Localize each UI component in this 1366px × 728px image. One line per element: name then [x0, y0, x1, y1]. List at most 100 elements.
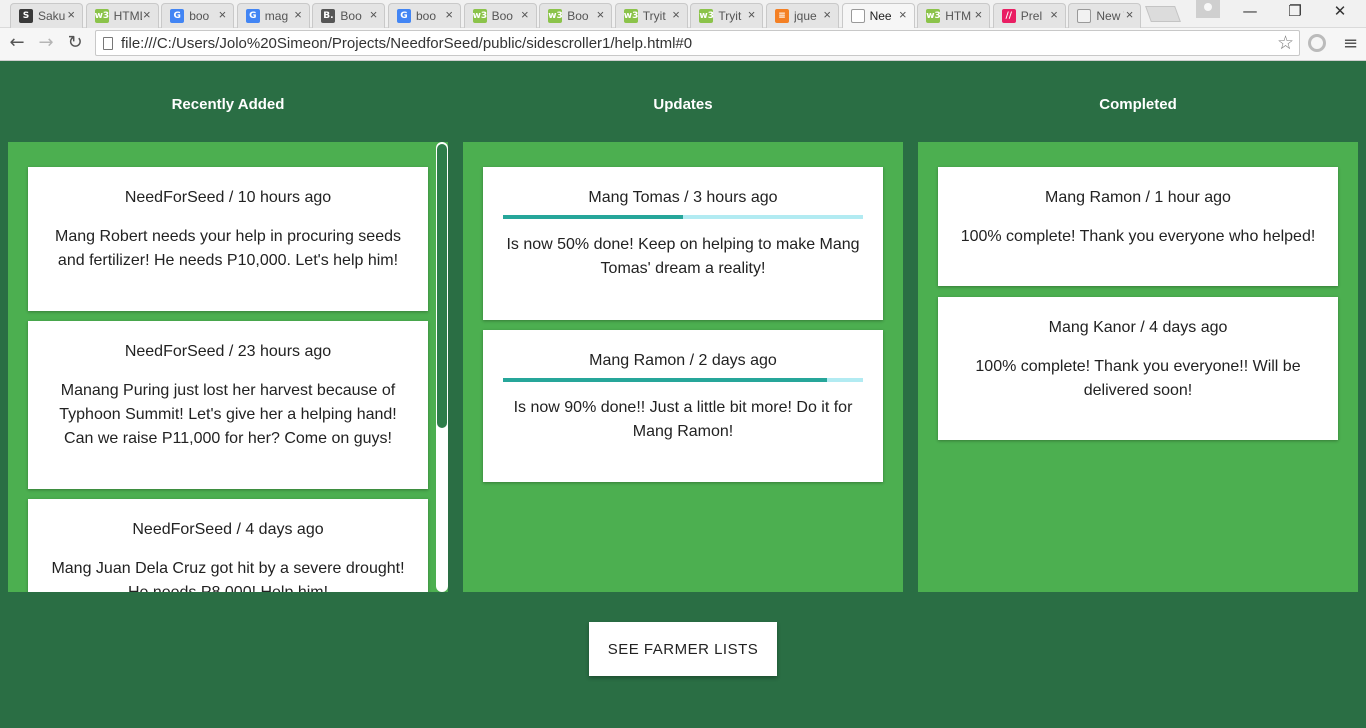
browser-tab[interactable]: Gboo ×: [161, 3, 235, 28]
new-tab-button[interactable]: [1145, 6, 1181, 22]
favicon-icon: G: [170, 9, 185, 23]
progress-bar: [503, 215, 863, 219]
browser-tab[interactable]: Nee ×: [841, 3, 915, 28]
tab-title: mag: [264, 9, 289, 23]
card-body: 100% complete! Thank you everyone who he…: [960, 228, 1316, 245]
favicon-icon: S: [19, 9, 33, 23]
tab-title: Nee: [869, 9, 892, 23]
profile-icon[interactable]: [1196, 0, 1220, 18]
card-body: Mang Robert needs your help in procuring…: [55, 228, 401, 269]
tab-title: HTM: [945, 9, 972, 23]
card-meta: NeedForSeed / 4 days ago: [132, 521, 324, 538]
card-meta: NeedForSeed / 10 hours ago: [124, 189, 332, 206]
close-tab-icon[interactable]: ×: [67, 7, 75, 22]
tab-title: Boo: [340, 9, 362, 23]
feed-card: NeedForSeed / 4 days ago Mang Juan Dela …: [28, 499, 428, 592]
close-tab-icon[interactable]: ×: [748, 7, 756, 22]
card-meta: Mang Ramon / 2 days ago: [589, 352, 777, 369]
browser-tab[interactable]: B. Boo ×: [312, 3, 386, 28]
close-tab-icon[interactable]: ×: [597, 7, 605, 22]
tab-title: Boo: [567, 9, 589, 23]
extension-icon[interactable]: [1308, 34, 1326, 52]
close-tab-icon[interactable]: ×: [370, 7, 378, 22]
favicon-icon: w3: [926, 9, 941, 23]
favicon-icon: w3: [94, 9, 110, 23]
reload-icon[interactable]: ↻: [64, 32, 86, 53]
see-farmer-lists-button[interactable]: SEE FARMER LISTS: [589, 622, 777, 676]
url-text[interactable]: file:///C:/Users/Jolo%20Simeon/Projects/…: [121, 35, 692, 52]
close-tab-icon[interactable]: ×: [143, 7, 151, 22]
favicon-icon: G: [397, 9, 411, 23]
update-card: Mang Ramon / 2 days ago Is now 90% done!…: [483, 330, 883, 482]
browser-tab[interactable]: Gboo ×: [388, 3, 461, 28]
tab-title: New Ta: [1096, 9, 1124, 23]
card-meta: Mang Tomas / 3 hours ago: [588, 189, 778, 206]
favicon-icon: ≡: [775, 9, 789, 23]
back-icon[interactable]: ←: [6, 32, 28, 53]
progress-fill: [503, 215, 683, 219]
favicon-icon: //: [1001, 9, 1016, 23]
favicon-icon: B.: [321, 9, 336, 23]
progress-fill: [503, 378, 827, 382]
browser-tab[interactable]: w3 Boo ×: [539, 3, 613, 28]
browser-tab[interactable]: w3HTML×: [85, 3, 159, 28]
browser-tab[interactable]: Gmag ×: [236, 3, 310, 28]
close-tab-icon[interactable]: ×: [1126, 7, 1134, 22]
tab-title: jque: [794, 9, 817, 23]
card-meta: Mang Ramon / 1 hour ago: [1045, 189, 1231, 206]
favicon-icon: G: [245, 9, 260, 23]
favicon-icon: w3: [548, 9, 563, 23]
card-body: Is now 50% done! Keep on helping to make…: [506, 236, 860, 277]
close-tab-icon[interactable]: ×: [823, 7, 831, 22]
card-meta: Mang Kanor / 4 days ago: [1048, 319, 1228, 336]
close-tab-icon[interactable]: ×: [899, 7, 907, 22]
completed-card: Mang Ramon / 1 hour ago 100% complete! T…: [938, 167, 1338, 286]
favicon-icon: w3: [623, 9, 639, 23]
card-meta: NeedForSeed / 23 hours ago: [124, 343, 332, 360]
feed-card: NeedForSeed / 10 hours ago Mang Robert n…: [28, 167, 428, 311]
recently-added-panel[interactable]: NeedForSeed / 10 hours ago Mang Robert n…: [8, 142, 448, 592]
browser-tab[interactable]: w3 Tryit ×: [614, 3, 688, 28]
favicon-icon: [1077, 9, 1092, 23]
browser-tab[interactable]: w3 Tryit ×: [690, 3, 764, 28]
tab-title: boo: [189, 9, 210, 23]
completed-card: Mang Kanor / 4 days ago 100% complete! T…: [938, 297, 1338, 440]
page-icon: [103, 37, 113, 50]
address-bar[interactable]: file:///C:/Users/Jolo%20Simeon/Projects/…: [95, 30, 1300, 56]
close-tab-icon[interactable]: ×: [445, 7, 453, 22]
tab-title: Prel: [1020, 9, 1043, 23]
feed-card: NeedForSeed / 23 hours ago Manang Puring…: [28, 321, 428, 489]
favicon-icon: w3: [699, 9, 714, 23]
card-body: 100% complete! Thank you everyone!! Will…: [975, 358, 1301, 399]
progress-bar: [503, 378, 863, 382]
browser-tab[interactable]: ≡ jque ×: [766, 3, 839, 28]
close-tab-icon[interactable]: ×: [521, 7, 529, 22]
column-title-updates: Updates: [653, 96, 713, 113]
column-title-recently-added: Recently Added: [171, 96, 285, 113]
close-tab-icon[interactable]: ×: [219, 7, 227, 22]
browser-tab[interactable]: S Saku ×: [10, 3, 83, 28]
completed-panel: Mang Ramon / 1 hour ago 100% complete! T…: [918, 142, 1358, 592]
restore-button[interactable]: ❐: [1275, 2, 1315, 20]
close-tab-icon[interactable]: ×: [1050, 7, 1058, 22]
updates-panel: Mang Tomas / 3 hours ago Is now 50% done…: [463, 142, 903, 592]
tab-title: Tryit: [718, 9, 742, 23]
scrollbar-thumb[interactable]: [437, 144, 447, 428]
browser-tab[interactable]: w3 HTM ×: [917, 3, 991, 28]
close-tab-icon[interactable]: ×: [294, 7, 302, 22]
minimize-button[interactable]: —: [1230, 2, 1270, 20]
bookmark-star-icon[interactable]: ☆: [1277, 32, 1294, 54]
forward-icon[interactable]: →: [35, 32, 57, 53]
tab-title: Saku: [38, 9, 66, 23]
favicon-icon: [850, 9, 865, 23]
browser-tab[interactable]: w3 Boo ×: [463, 3, 537, 28]
browser-tab[interactable]: // Prel ×: [992, 3, 1066, 28]
favicon-icon: w3: [472, 9, 488, 23]
menu-icon[interactable]: ≡: [1343, 33, 1358, 54]
close-window-button[interactable]: ✕: [1320, 2, 1360, 20]
card-body: Mang Juan Dela Cruz got hit by a severe …: [51, 560, 405, 592]
tab-title: HTML: [113, 9, 142, 23]
browser-tab[interactable]: New Ta×: [1068, 3, 1142, 28]
close-tab-icon[interactable]: ×: [672, 7, 680, 22]
close-tab-icon[interactable]: ×: [975, 7, 983, 22]
